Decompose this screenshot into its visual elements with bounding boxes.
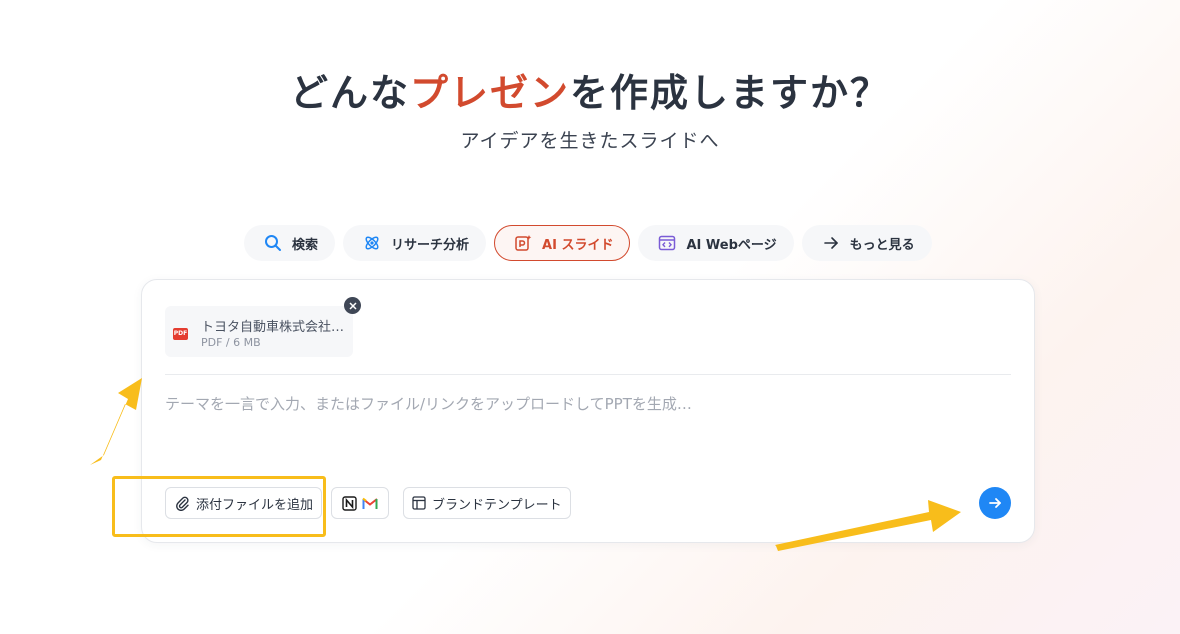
send-button[interactable] xyxy=(979,487,1011,519)
title-suffix: を作成しますか？ xyxy=(570,71,891,115)
page-title: どんなプレゼンを作成しますか？ xyxy=(0,62,1180,117)
tab-label: リサーチ分析 xyxy=(391,237,470,253)
tab-label: AI スライド xyxy=(542,237,614,253)
tab-label: 検索 xyxy=(292,237,319,253)
mode-tabs: 検索 リサーチ分析 AI スライド AI Webページ もっと見る xyxy=(244,225,932,261)
template-icon xyxy=(412,496,426,510)
notion-icon xyxy=(342,495,357,511)
brand-template-button[interactable]: ブランドテンプレート xyxy=(403,487,571,519)
tab-search[interactable]: 検索 xyxy=(244,225,336,261)
attachment-chip[interactable]: PDF トヨタ自動車株式会社… PDF / 6 MB xyxy=(165,306,353,357)
tab-label: もっと見る xyxy=(849,237,915,253)
attachment-name: トヨタ自動車株式会社… xyxy=(201,320,345,335)
title-accent: プレゼン xyxy=(409,71,570,115)
arrow-right-icon xyxy=(989,498,1001,508)
tab-research[interactable]: リサーチ分析 xyxy=(343,225,487,261)
annotation-arrow-up xyxy=(90,378,142,465)
annotation-highlight-box xyxy=(112,476,326,537)
page-subtitle: アイデアを生きたスライドへ xyxy=(460,130,720,152)
prompt-input[interactable]: テーマを一言で入力、またはファイル/リンクをアップロードしてPPTを生成… xyxy=(165,393,1011,414)
gmail-icon xyxy=(362,497,378,510)
arrow-right-icon xyxy=(821,233,841,253)
card-divider xyxy=(165,374,1011,375)
tab-ai-webpage[interactable]: AI Webページ xyxy=(638,225,794,261)
tab-more[interactable]: もっと見る xyxy=(801,225,932,261)
tab-label: AI Webページ xyxy=(686,237,777,253)
title-prefix: どんな xyxy=(289,71,410,115)
slide-sparkle-icon xyxy=(513,233,533,253)
search-icon xyxy=(263,233,283,253)
brand-template-label: ブランドテンプレート xyxy=(432,497,562,513)
atom-icon xyxy=(362,233,382,253)
close-icon xyxy=(348,301,357,310)
pdf-file-icon: PDF xyxy=(173,328,188,340)
app-connectors-button[interactable] xyxy=(331,487,389,519)
tab-ai-slides[interactable]: AI スライド xyxy=(494,225,631,261)
code-page-icon xyxy=(657,233,677,253)
attachment-meta: PDF / 6 MB xyxy=(201,336,261,349)
remove-attachment-button[interactable] xyxy=(344,297,361,314)
